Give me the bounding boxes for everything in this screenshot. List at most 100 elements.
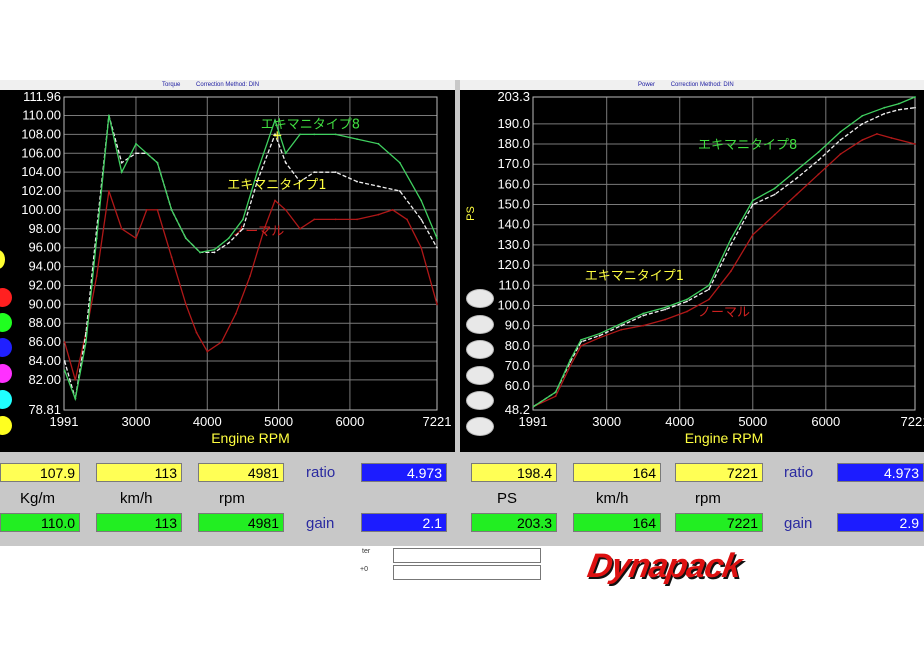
power-series-point-2 [751, 203, 754, 206]
torque-series-label-1: ノーマル [232, 224, 284, 239]
torque-ratio-label: ratio [306, 464, 336, 481]
series-slot-1[interactable] [466, 289, 494, 308]
series-slot-4[interactable] [466, 366, 494, 385]
torque-series-point-3 [95, 237, 98, 240]
power-gain-label: gain [784, 515, 813, 532]
torque-series-point-1 [95, 275, 98, 277]
torque-gain-label: gain [306, 515, 335, 532]
torque-series-point-1 [156, 209, 159, 211]
torque-series-point-3 [242, 218, 244, 221]
torque-series-point-3 [227, 237, 230, 240]
series-slot-6[interactable] [466, 417, 494, 436]
torque-x-tick-label: 4000 [193, 414, 222, 429]
torque-chart-window: Torque Correction Method: DIN 111.96 110.… [0, 80, 455, 452]
power-series-point-2 [883, 112, 886, 115]
torque-y-tick-label: 88.00 [28, 315, 61, 330]
power-unit-label: PS [497, 490, 518, 507]
torque-series-point-1 [145, 209, 148, 211]
torque-x-tick-label: 7221 [423, 414, 452, 429]
text-input-1[interactable] [393, 548, 541, 563]
torque-series-point-2 [436, 246, 438, 249]
torque-series-point-1 [220, 341, 223, 344]
power-cursor-rpm: 7221 [675, 463, 763, 482]
power-series-point-3 [642, 312, 645, 315]
dynapack-logo: Dynapack [584, 547, 745, 585]
torque-series-point-3 [284, 152, 287, 155]
power-series-point-1 [554, 395, 557, 398]
torque-x-tick-label: 5000 [264, 414, 293, 429]
torque-series-point-3 [334, 133, 337, 136]
power-series-point-1 [642, 324, 645, 327]
torque-series-point-1 [274, 199, 276, 202]
power-series-point-3 [708, 284, 710, 287]
power-series-point-1 [795, 193, 798, 196]
series-slot-3[interactable] [466, 340, 494, 359]
torque-series-point-3 [135, 142, 137, 145]
power-max-rpm: 7221 [675, 513, 763, 532]
torque-series-point-2 [135, 152, 137, 155]
power-y-tick-label: 160.0 [497, 176, 530, 191]
power-y-tick-label: 110.0 [498, 277, 530, 292]
torque-series-point-3 [313, 133, 316, 136]
torque-y-tick-label: 102.00 [21, 183, 61, 198]
power-series-point-1 [861, 139, 864, 141]
series-slot-5[interactable] [466, 391, 494, 410]
power-series-point-1 [751, 233, 754, 236]
power-x-tick-label: 4000 [665, 414, 694, 429]
torque-series-point-1 [313, 218, 316, 221]
torque-series-point-1 [184, 303, 187, 306]
power-series-point-2 [839, 139, 842, 141]
torque-series-point-1 [63, 341, 66, 344]
power-y-axis-label: PS [465, 206, 477, 221]
power-rpm-unit-label: rpm [695, 490, 721, 507]
power-series-point-3 [861, 114, 864, 117]
torque-series-point-2 [284, 161, 287, 164]
power-series-point-2 [897, 108, 900, 111]
power-y-tick-label: 190.0 [497, 116, 530, 131]
power-series-point-1 [817, 173, 820, 176]
torque-series-point-3 [120, 171, 123, 174]
power-y-tick-label: 150.0 [497, 197, 530, 212]
torque-series-point-1 [420, 246, 423, 249]
power-series-point-1 [580, 344, 583, 347]
power-series-point-1 [773, 213, 776, 216]
power-ratio-label: ratio [784, 464, 814, 481]
input-label-2: +0 [360, 566, 368, 573]
torque-y-tick-label: 110.00 [22, 108, 61, 123]
power-series-point-3 [532, 405, 535, 408]
torque-cursor-rpm: 4981 [198, 463, 284, 482]
torque-series-point-2 [120, 161, 123, 164]
power-series-point-3 [839, 131, 842, 133]
power-series-point-1 [839, 153, 842, 156]
power-series-point-3 [897, 102, 900, 105]
power-y-tick-label: 170.0 [497, 156, 530, 171]
torque-series-point-1 [120, 227, 123, 230]
power-series-point-2 [773, 193, 776, 196]
power-cursor-value: 198.4 [471, 463, 557, 482]
power-series-point-1 [664, 318, 667, 321]
torque-series-point-2 [242, 227, 244, 230]
torque-series-point-3 [436, 237, 438, 240]
power-y-tick-label: 90.0 [505, 318, 530, 333]
power-series-point-2 [914, 106, 916, 109]
power-series-point-3 [751, 199, 754, 202]
torque-series-point-3 [356, 138, 358, 141]
power-series-point-2 [598, 334, 601, 337]
dyno-application: Torque Correction Method: DIN 111.96 110.… [0, 80, 924, 546]
power-series-point-1 [686, 310, 688, 313]
power-speed-unit-label: km/h [596, 490, 629, 507]
torque-x-tick-label: 6000 [335, 414, 364, 429]
torque-series-point-1 [107, 190, 110, 192]
torque-cursor-value: 107.9 [0, 463, 80, 482]
torque-series-point-2 [334, 171, 337, 174]
torque-series-point-3 [420, 199, 423, 202]
text-input-2[interactable] [393, 565, 541, 580]
torque-y-tick-label: 111.96 [23, 89, 61, 104]
power-series-point-2 [620, 324, 623, 327]
series-slot-2[interactable] [466, 315, 494, 334]
torque-y-tick-label: 98.00 [28, 221, 61, 236]
torque-series-point-1 [356, 218, 358, 221]
torque-series-point-2 [398, 190, 401, 192]
torque-y-tick-label: 90.00 [28, 296, 61, 311]
torque-series-point-1 [391, 209, 394, 211]
